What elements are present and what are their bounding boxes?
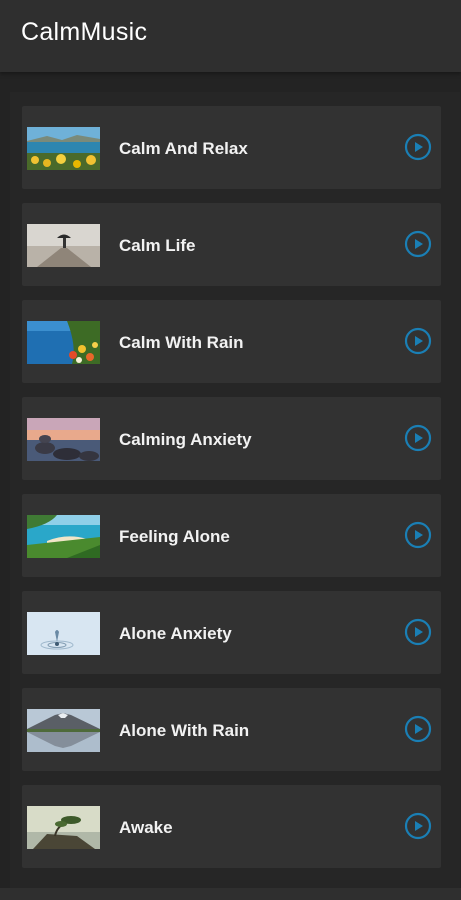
track-title: Calm And Relax — [119, 139, 248, 158]
track-title: Calm Life — [119, 236, 196, 255]
play-circle-icon[interactable] — [404, 424, 432, 452]
play-circle-icon[interactable] — [404, 618, 432, 646]
app-title: CalmMusic — [21, 18, 148, 46]
track-item-awake[interactable]: Awake — [22, 785, 441, 868]
track-item-calm-with-rain[interactable]: Calm With Rain — [22, 300, 441, 383]
lake-flowers-image — [27, 321, 100, 364]
track-title: Awake — [119, 818, 173, 837]
track-title: Calming Anxiety — [119, 430, 252, 449]
bottom-bar — [0, 888, 461, 900]
water-drop-image — [27, 612, 100, 655]
play-circle-icon[interactable] — [404, 133, 432, 161]
track-item-calm-life[interactable]: Calm Life — [22, 203, 441, 286]
stones-sunset-image — [27, 418, 100, 461]
play-circle-icon[interactable] — [404, 327, 432, 355]
person-umbrella-image — [27, 224, 100, 267]
beach-cove-image — [27, 515, 100, 558]
track-item-alone-with-rain[interactable]: Alone With Rain — [22, 688, 441, 771]
track-item-alone-anxiety[interactable]: Alone Anxiety — [22, 591, 441, 674]
play-circle-icon[interactable] — [404, 230, 432, 258]
play-circle-icon[interactable] — [404, 715, 432, 743]
app-bar: CalmMusic — [0, 0, 461, 72]
track-title: Calm With Rain — [119, 333, 244, 352]
volcano-reflection-image — [27, 709, 100, 752]
track-title: Alone With Rain — [119, 721, 250, 740]
coast-flowers-image — [27, 127, 100, 170]
track-title: Feeling Alone — [119, 527, 230, 546]
track-item-feeling-alone[interactable]: Feeling Alone — [22, 494, 441, 577]
track-title: Alone Anxiety — [119, 624, 232, 643]
track-item-calming-anxiety[interactable]: Calming Anxiety — [22, 397, 441, 480]
play-circle-icon[interactable] — [404, 521, 432, 549]
play-circle-icon[interactable] — [404, 812, 432, 840]
track-item-calm-and-relax[interactable]: Calm And Relax — [22, 106, 441, 189]
tree-rock-image — [27, 806, 100, 849]
